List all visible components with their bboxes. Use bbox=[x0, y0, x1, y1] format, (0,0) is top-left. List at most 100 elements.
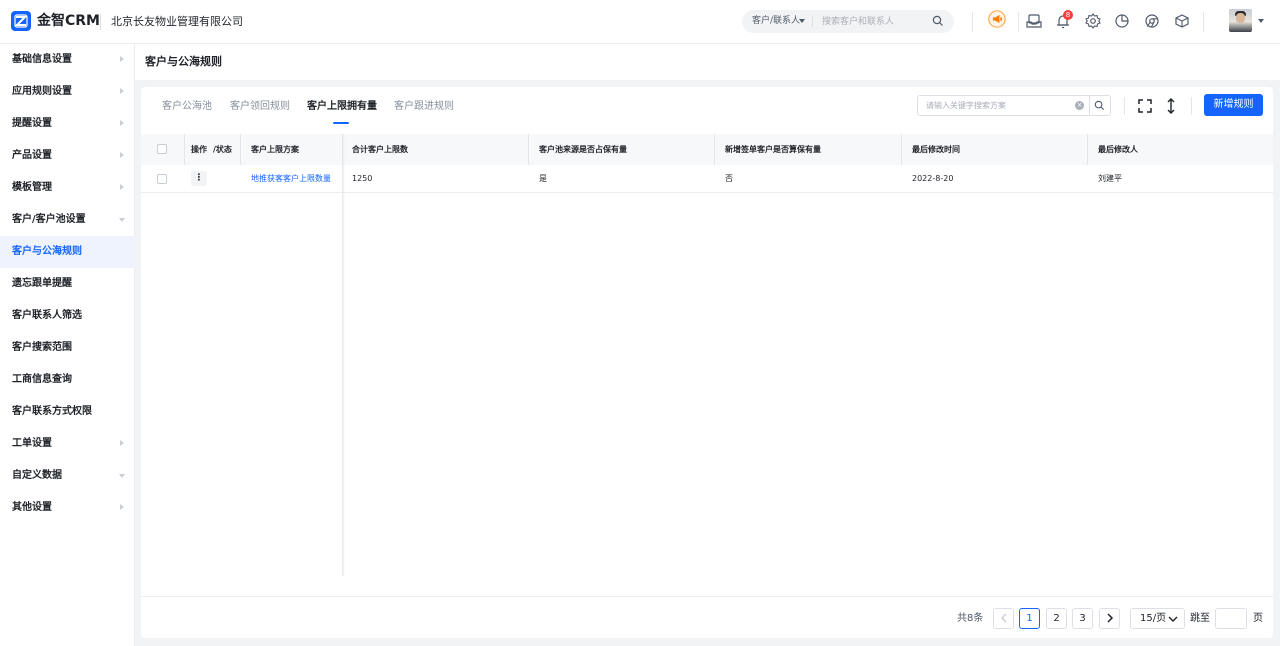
sidebar-item-app-rules[interactable]: 应用规则设置 bbox=[0, 76, 135, 108]
chrome-icon[interactable] bbox=[1143, 12, 1161, 30]
chevron-right-icon bbox=[120, 440, 124, 446]
column-header-pool-source[interactable]: 客户池来源是否占保有量 bbox=[539, 134, 627, 165]
header-divider bbox=[972, 12, 973, 32]
column-header-total[interactable]: 合计客户上限数 bbox=[352, 134, 408, 165]
column-header-ops: 操作 bbox=[191, 145, 207, 154]
chevron-right-icon bbox=[120, 56, 124, 62]
sidebar-item-contact-permission[interactable]: 客户联系方式权限 bbox=[0, 396, 135, 428]
column-header-new-signed[interactable]: 新增签单客户是否算保有量 bbox=[725, 134, 821, 165]
company-name: 北京长友物业管理有限公司 bbox=[111, 15, 243, 28]
page-unit-label: 页 bbox=[1253, 613, 1263, 624]
brand-name: 金智CRM bbox=[37, 13, 100, 29]
table-row[interactable]: 地推获客客户上限数量 1250 是 否 2022-8-20 刘建平 bbox=[141, 165, 1273, 193]
page-size-select[interactable]: 15/页 bbox=[1130, 608, 1185, 629]
gear-icon[interactable] bbox=[1084, 12, 1102, 30]
page-button-1[interactable]: 1 bbox=[1019, 608, 1040, 629]
tab-reclaim-rules[interactable]: 客户领回规则 bbox=[230, 99, 290, 115]
table-header: 操作 /状态 客户上限方案 合计客户上限数 客户池来源是否占保有量 新增签单客户… bbox=[141, 134, 1273, 165]
sidebar-item-label: 客户联系方式权限 bbox=[12, 406, 92, 417]
header-divider bbox=[1018, 12, 1019, 32]
announcement-icon[interactable] bbox=[988, 10, 1006, 28]
brand-logo-icon[interactable] bbox=[11, 11, 31, 31]
sidebar-item-products[interactable]: 产品设置 bbox=[0, 140, 135, 172]
active-tab-indicator bbox=[333, 122, 349, 124]
prev-page-button[interactable] bbox=[993, 608, 1014, 629]
sidebar-item-custom-data[interactable]: 自定义数据 bbox=[0, 460, 135, 492]
chevron-left-icon bbox=[1000, 613, 1006, 623]
plan-name-link[interactable]: 地推获客客户上限数量 bbox=[251, 165, 331, 193]
sidebar-item-forgotten-followup[interactable]: 遗忘跟单提醒 bbox=[0, 268, 135, 300]
column-header-plan[interactable]: 客户上限方案 bbox=[251, 134, 299, 165]
sidebar-item-label: 遗忘跟单提醒 bbox=[12, 278, 72, 289]
column-header-modified-time[interactable]: 最后修改时间 bbox=[912, 134, 960, 165]
sidebar-item-label: 模板管理 bbox=[12, 182, 52, 193]
pie-chart-icon[interactable] bbox=[1113, 12, 1131, 30]
chevron-right-icon bbox=[120, 184, 124, 190]
sidebar-item-label: 提醒设置 bbox=[12, 118, 52, 129]
column-divider bbox=[714, 134, 715, 165]
keyword-search-input[interactable] bbox=[926, 99, 1066, 112]
toolbar-divider bbox=[1124, 97, 1125, 115]
tab-customer-limit[interactable]: 客户上限拥有量 bbox=[307, 99, 377, 115]
total-limit-cell: 1250 bbox=[352, 174, 373, 183]
content-card: 客户公海池 客户领回规则 客户上限拥有量 客户跟进规则 × 新增规则 操作 /状… bbox=[141, 87, 1273, 638]
new-signed-cell: 否 bbox=[725, 174, 733, 183]
chevron-down-icon bbox=[1168, 616, 1178, 622]
search-icon[interactable] bbox=[1094, 100, 1105, 111]
top-header: 金智CRM 北京长友物业管理有限公司 客户/联系人 8 bbox=[0, 0, 1280, 44]
sidebar-item-templates[interactable]: 模板管理 bbox=[0, 172, 135, 204]
row-more-button[interactable]: ⋮ bbox=[191, 171, 207, 186]
chevron-down-icon[interactable] bbox=[799, 19, 805, 23]
clear-icon[interactable]: × bbox=[1075, 101, 1084, 110]
sidebar-item-label: 基础信息设置 bbox=[12, 54, 72, 65]
pagination-divider bbox=[141, 596, 1273, 597]
next-page-button[interactable] bbox=[1099, 608, 1120, 629]
chevron-right-icon bbox=[120, 152, 124, 158]
column-divider bbox=[184, 134, 185, 165]
column-divider bbox=[1087, 134, 1088, 165]
global-search-input[interactable] bbox=[822, 13, 922, 30]
tab-customer-pool[interactable]: 客户公海池 bbox=[162, 99, 212, 115]
sidebar-item-contact-filter[interactable]: 客户联系人筛选 bbox=[0, 300, 135, 332]
avatar[interactable] bbox=[1229, 9, 1252, 32]
column-header-status: /状态 bbox=[213, 145, 232, 154]
sidebar-item-label: 产品设置 bbox=[12, 150, 52, 161]
toolbar-divider bbox=[1191, 97, 1192, 115]
sidebar-item-label: 客户搜索范围 bbox=[12, 342, 72, 353]
page-title-bar: 客户与公海规则 bbox=[135, 44, 1280, 80]
sidebar-item-reminders[interactable]: 提醒设置 bbox=[0, 108, 135, 140]
sidebar-item-work-orders[interactable]: 工单设置 bbox=[0, 428, 135, 460]
column-header-modified-by[interactable]: 最后修改人 bbox=[1098, 134, 1138, 165]
column-divider bbox=[528, 134, 529, 165]
fullscreen-icon[interactable] bbox=[1135, 96, 1155, 116]
page-button-3[interactable]: 3 bbox=[1072, 608, 1093, 629]
sidebar-item-customer-sea-rules[interactable]: 客户与公海规则 bbox=[0, 236, 135, 268]
chevron-down-icon bbox=[119, 218, 125, 222]
search-type-select[interactable]: 客户/联系人 bbox=[752, 15, 800, 28]
row-height-icon[interactable] bbox=[1161, 96, 1181, 116]
sidebar-item-label: 工商信息查询 bbox=[12, 374, 72, 385]
chevron-down-icon[interactable] bbox=[1258, 19, 1264, 23]
add-rule-button[interactable]: 新增规则 bbox=[1204, 94, 1263, 116]
search-icon[interactable] bbox=[932, 15, 944, 27]
column-divider bbox=[240, 134, 241, 165]
chevron-right-icon bbox=[1106, 613, 1113, 623]
tab-follow-up-rules[interactable]: 客户跟进规则 bbox=[394, 99, 454, 115]
search-divider bbox=[812, 16, 813, 27]
global-search: 客户/联系人 bbox=[742, 10, 954, 33]
cube-icon[interactable] bbox=[1173, 12, 1191, 30]
sidebar-item-search-scope[interactable]: 客户搜索范围 bbox=[0, 332, 135, 364]
page-size-value: 15/页 bbox=[1140, 613, 1167, 624]
sidebar-item-label: 客户联系人筛选 bbox=[12, 310, 82, 321]
inbox-icon[interactable] bbox=[1025, 12, 1043, 30]
sidebar-item-basic-info[interactable]: 基础信息设置 bbox=[0, 44, 135, 76]
select-all-checkbox[interactable] bbox=[157, 144, 167, 154]
sidebar-item-business-info[interactable]: 工商信息查询 bbox=[0, 364, 135, 396]
chevron-right-icon bbox=[120, 88, 124, 94]
notification-badge: 8 bbox=[1063, 10, 1073, 20]
jump-page-input[interactable] bbox=[1215, 608, 1247, 629]
sidebar-item-customer-pool[interactable]: 客户/客户池设置 bbox=[0, 204, 135, 236]
page-button-2[interactable]: 2 bbox=[1046, 608, 1067, 629]
row-checkbox[interactable] bbox=[157, 174, 167, 184]
sidebar-item-other[interactable]: 其他设置 bbox=[0, 492, 135, 524]
